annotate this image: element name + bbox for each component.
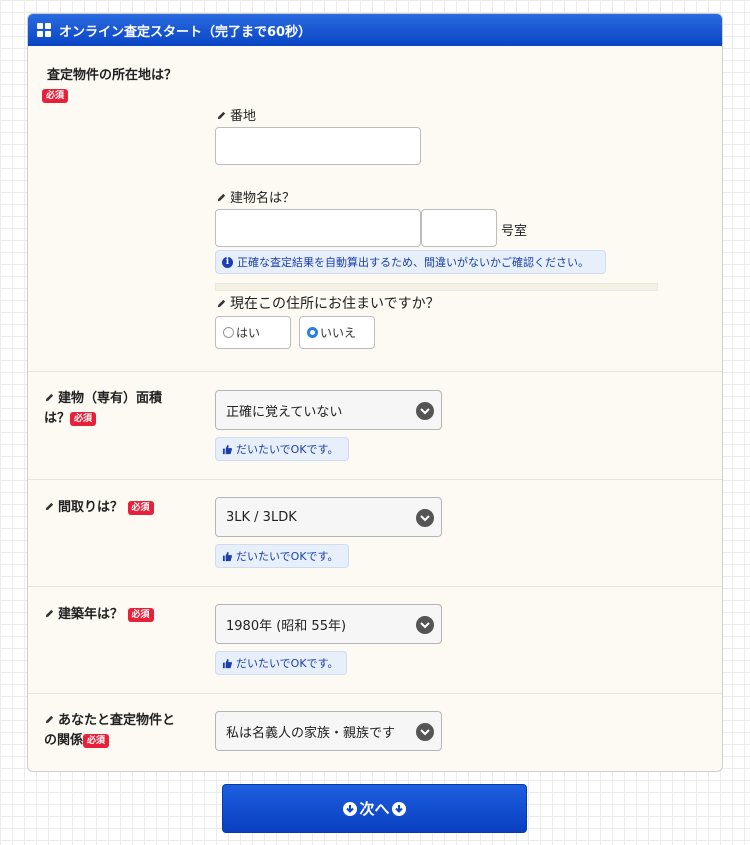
layout-label: 間取りは？ 必須 [44, 498, 154, 518]
assessment-panel: オンライン査定スタート（完了まで60秒） 査定物件の所在地は？ 必須 番地 建物… [27, 13, 723, 772]
grid-icon [37, 23, 51, 37]
arrow-down-circle-icon [391, 801, 406, 816]
panel-header: オンライン査定スタート（完了まで60秒） [28, 14, 722, 46]
next-button-label: 次へ [359, 800, 390, 818]
pencil-icon [45, 393, 54, 402]
divider [28, 371, 722, 372]
room-suffix: 号室 [501, 224, 528, 239]
radio-yes[interactable]: はい [215, 316, 291, 349]
address-notice: i 正確な査定結果を自動算出するため、間違いがないかご確認ください。 [215, 250, 606, 274]
divider [28, 586, 722, 587]
area-hint: だいたいでOKです。 [215, 437, 349, 461]
chevron-down-icon [416, 402, 434, 420]
banchi-input[interactable] [215, 127, 421, 165]
spacer-bar [215, 283, 658, 291]
pencil-icon [45, 502, 54, 511]
built-year-label: 建築年は？ 必須 [44, 605, 154, 625]
thumbs-up-icon [222, 444, 233, 454]
building-name-input[interactable] [215, 209, 421, 247]
required-badge: 必須 [83, 733, 110, 748]
radio-no[interactable]: いいえ [299, 316, 375, 349]
layout-select[interactable]: 3LK / 3LDK [215, 497, 442, 537]
area-select[interactable]: 正確に覚えていない [215, 390, 442, 430]
pencil-icon [217, 111, 226, 120]
info-icon: i [222, 256, 233, 268]
location-label: 査定物件の所在地は？ [47, 68, 178, 83]
required-badge: 必須 [70, 411, 97, 426]
room-number-input[interactable] [421, 209, 497, 247]
chevron-down-icon [416, 723, 434, 741]
thumbs-up-icon [222, 551, 233, 561]
required-badge: 必須 [127, 500, 154, 515]
divider [28, 479, 722, 480]
pencil-icon [217, 193, 226, 202]
relation-label: あなたと査定物件と の関係 必須 [44, 713, 176, 748]
area-label: 建物（専有）面積 は？ 必須 [44, 391, 163, 426]
arrow-down-circle-icon [343, 801, 358, 816]
built-year-select[interactable]: 1980年 (昭和 55年) [215, 604, 442, 644]
divider [28, 693, 722, 694]
thumbs-up-icon [222, 658, 233, 668]
panel-title: オンライン査定スタート（完了まで60秒） [59, 24, 312, 40]
chevron-down-icon [416, 509, 434, 527]
radio-circle-selected [307, 327, 318, 338]
next-button[interactable]: 次へ [222, 784, 527, 833]
layout-hint: だいたいでOKです。 [215, 544, 349, 568]
built-year-hint: だいたいでOKです。 [215, 651, 347, 675]
required-badge: 必須 [42, 89, 69, 103]
pencil-icon [45, 609, 54, 618]
building-label: 建物名は？ [216, 187, 295, 206]
pencil-icon [45, 715, 54, 724]
chevron-down-icon [416, 616, 434, 634]
pencil-icon [217, 299, 226, 308]
radio-circle [223, 327, 234, 338]
residence-question: 現在この住所にお住まいですか？ [216, 293, 440, 313]
required-badge: 必須 [127, 607, 154, 622]
banchi-label: 番地 [216, 105, 256, 124]
relation-select[interactable]: 私は名義人の家族・親族です [215, 711, 442, 751]
